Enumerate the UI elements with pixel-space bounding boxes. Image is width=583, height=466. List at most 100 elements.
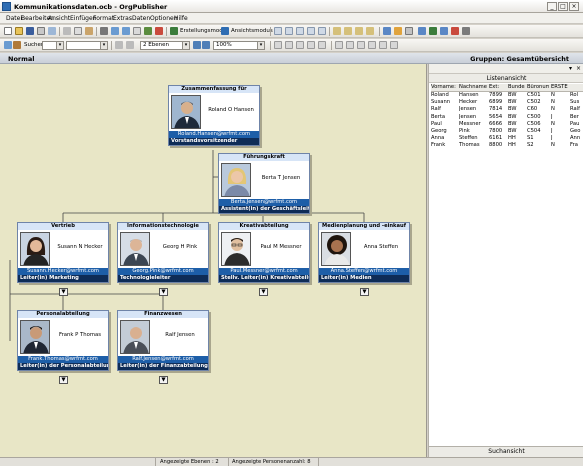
org-card-ralf-jensen[interactable]: Finanzwesen Ralf Jensen Ralf.Jensen@wrfm… [117,310,209,371]
underline-icon[interactable] [357,41,365,49]
expand-arrow-icon[interactable]: ▼ [259,288,268,296]
settings-icon[interactable] [383,27,391,35]
ansichtsmodus-button[interactable]: Ansichtsmodus [231,28,273,34]
org-card-anna-steffen[interactable]: Medienplanung und -einkauf Anna Steffen … [318,222,410,283]
close-button[interactable]: × [569,2,579,11]
font-color-icon[interactable] [368,41,376,49]
col-vorname[interactable]: Vorname: [431,84,458,91]
maximize-button[interactable]: □ [558,2,568,11]
view-mode-icon[interactable] [221,27,229,35]
mode-label[interactable]: Normal [8,55,35,63]
col-bundes[interactable]: Bundes [508,84,525,91]
redo-icon[interactable] [122,27,130,35]
layout3-icon[interactable] [355,27,363,35]
bold-icon[interactable] [335,41,343,49]
italic-icon[interactable] [346,41,354,49]
build-mode-icon[interactable] [170,27,178,35]
person-email[interactable]: Frank.Thomas@wrfmt.com [18,356,108,363]
table-row[interactable]: Paul Messner 6666 BW C506 N Pau [431,121,583,128]
cut-icon[interactable] [63,27,71,35]
org-card-berta-jensen[interactable]: Führungskraft Berta T Jensen Berta.Jense… [218,153,310,214]
table-row[interactable]: Berta Jensen 5654 BW C500 J Ber [431,114,583,121]
menu-format[interactable]: Format [93,15,114,22]
new-icon[interactable] [4,27,12,35]
align-left-icon[interactable] [274,41,282,49]
copy-icon[interactable] [74,27,82,35]
box-above-icon[interactable] [285,27,293,35]
table-row[interactable]: Anna Steffen 6161 HH S1 J Ann [431,135,583,142]
person-email[interactable]: Georg.Pink@wrfmt.com [118,268,208,275]
border-icon[interactable] [390,41,398,49]
group-label[interactable]: Gruppen: Gesamtübersicht [470,55,569,63]
collapse-icon[interactable] [126,41,134,49]
org-card-susann-hecker[interactable]: Vertrieb Susann N Hecker Susann.Hecker@w… [17,222,109,283]
align-center-icon[interactable] [285,41,293,49]
person-email[interactable]: Anna.Steffen@wrfmt.com [319,268,409,275]
highlight-icon[interactable] [394,27,402,35]
find-icon[interactable] [133,27,141,35]
box-below-icon[interactable] [296,27,304,35]
col-bueronummer[interactable]: Büronumm [527,84,549,91]
search-scope-select[interactable]: ▾ [42,41,64,50]
menu-extras[interactable]: Extras [113,15,132,22]
col-nachname[interactable]: Nachname: [459,84,487,91]
person-email[interactable]: Berta.Jensen@wrfmt.com [219,199,309,206]
search-input[interactable]: ▾ [66,41,108,50]
people-icon[interactable] [4,41,12,49]
layout4-icon[interactable] [366,27,374,35]
paste-icon[interactable] [85,27,93,35]
table-row[interactable]: Frank Thomas 8800 HH S2 N Fra [431,142,583,149]
indent-icon[interactable] [318,41,326,49]
assistant-icon[interactable] [318,27,326,35]
table-row[interactable]: Georg Pink 7800 BW C504 J Geo [431,128,583,135]
layout-icon[interactable] [333,27,341,35]
menu-daten[interactable]: Daten [132,15,150,22]
expand-icon[interactable] [115,41,123,49]
align-right-icon[interactable] [296,41,304,49]
org-card-georg-pink[interactable]: Informationstechnologie Georg H Pink Geo… [117,222,209,283]
minimize-button[interactable]: _ [547,2,557,11]
save-icon[interactable] [26,27,34,35]
search-view-tab[interactable]: Suchansicht [429,446,583,457]
menu-ansicht[interactable]: Ansicht [48,15,70,22]
expand-arrow-icon[interactable]: ▼ [159,376,168,384]
justify-icon[interactable] [307,41,315,49]
spellcheck-icon[interactable] [405,27,413,35]
expand-arrow-icon[interactable]: ▼ [59,288,68,296]
org-card-frank-thomas[interactable]: Personalabteilung Frank P Thomas Frank.T… [17,310,109,371]
menu-hilfe[interactable]: Hilfe [174,15,188,22]
menu-datei[interactable]: Datei [6,15,22,22]
filter-icon[interactable] [462,27,470,35]
expand-arrow-icon[interactable]: ▼ [59,376,68,384]
zoom-in-icon[interactable] [202,41,210,49]
chart-icon[interactable] [144,27,152,35]
list-icon[interactable] [440,27,448,35]
open-icon[interactable] [15,27,23,35]
zoom-select[interactable]: 100% ▾ [213,41,265,50]
expand-arrow-icon[interactable]: ▼ [159,288,168,296]
tree-icon[interactable] [429,27,437,35]
org-chart-canvas[interactable]: Zusammenfassung für Roland O Hansen Rola… [0,64,427,457]
levels-select[interactable]: 2 Ebenen ▾ [140,41,190,50]
org-card-roland-hansen[interactable]: Zusammenfassung für Roland O Hansen Rola… [168,85,260,146]
table-row[interactable]: Susann Hecker 6899 BW C502 N Sus [431,99,583,106]
col-ext[interactable]: Ext: [489,84,506,91]
box-icon[interactable] [274,27,282,35]
table-row[interactable]: Roland Hansen 7899 BW C501 N Rol [431,92,583,99]
panel-pin-icon[interactable]: ▾ [569,65,572,72]
print-icon[interactable] [37,27,45,35]
person-email[interactable]: Ralf.Jensen@wrfmt.com [118,356,208,363]
binoculars-icon[interactable] [13,41,21,49]
person-email[interactable]: Roland.Hansen@wrfmt.com [169,131,259,138]
panel-close-icon[interactable]: × [576,65,581,72]
delete-icon[interactable] [155,27,163,35]
person-email[interactable]: Susann.Hecker@wrfmt.com [18,268,108,275]
person-email[interactable]: Paul.Messner@wrfmt.com [219,268,309,275]
fill-color-icon[interactable] [379,41,387,49]
org-card-paul-messner[interactable]: Kreativabteilung Paul M Messner Paul.Mes… [218,222,310,283]
printer-icon[interactable] [100,27,108,35]
col-erste[interactable]: ERSTE [551,84,568,91]
zoom-out-icon[interactable] [193,41,201,49]
layout2-icon[interactable] [344,27,352,35]
expand-arrow-icon[interactable]: ▼ [360,288,369,296]
